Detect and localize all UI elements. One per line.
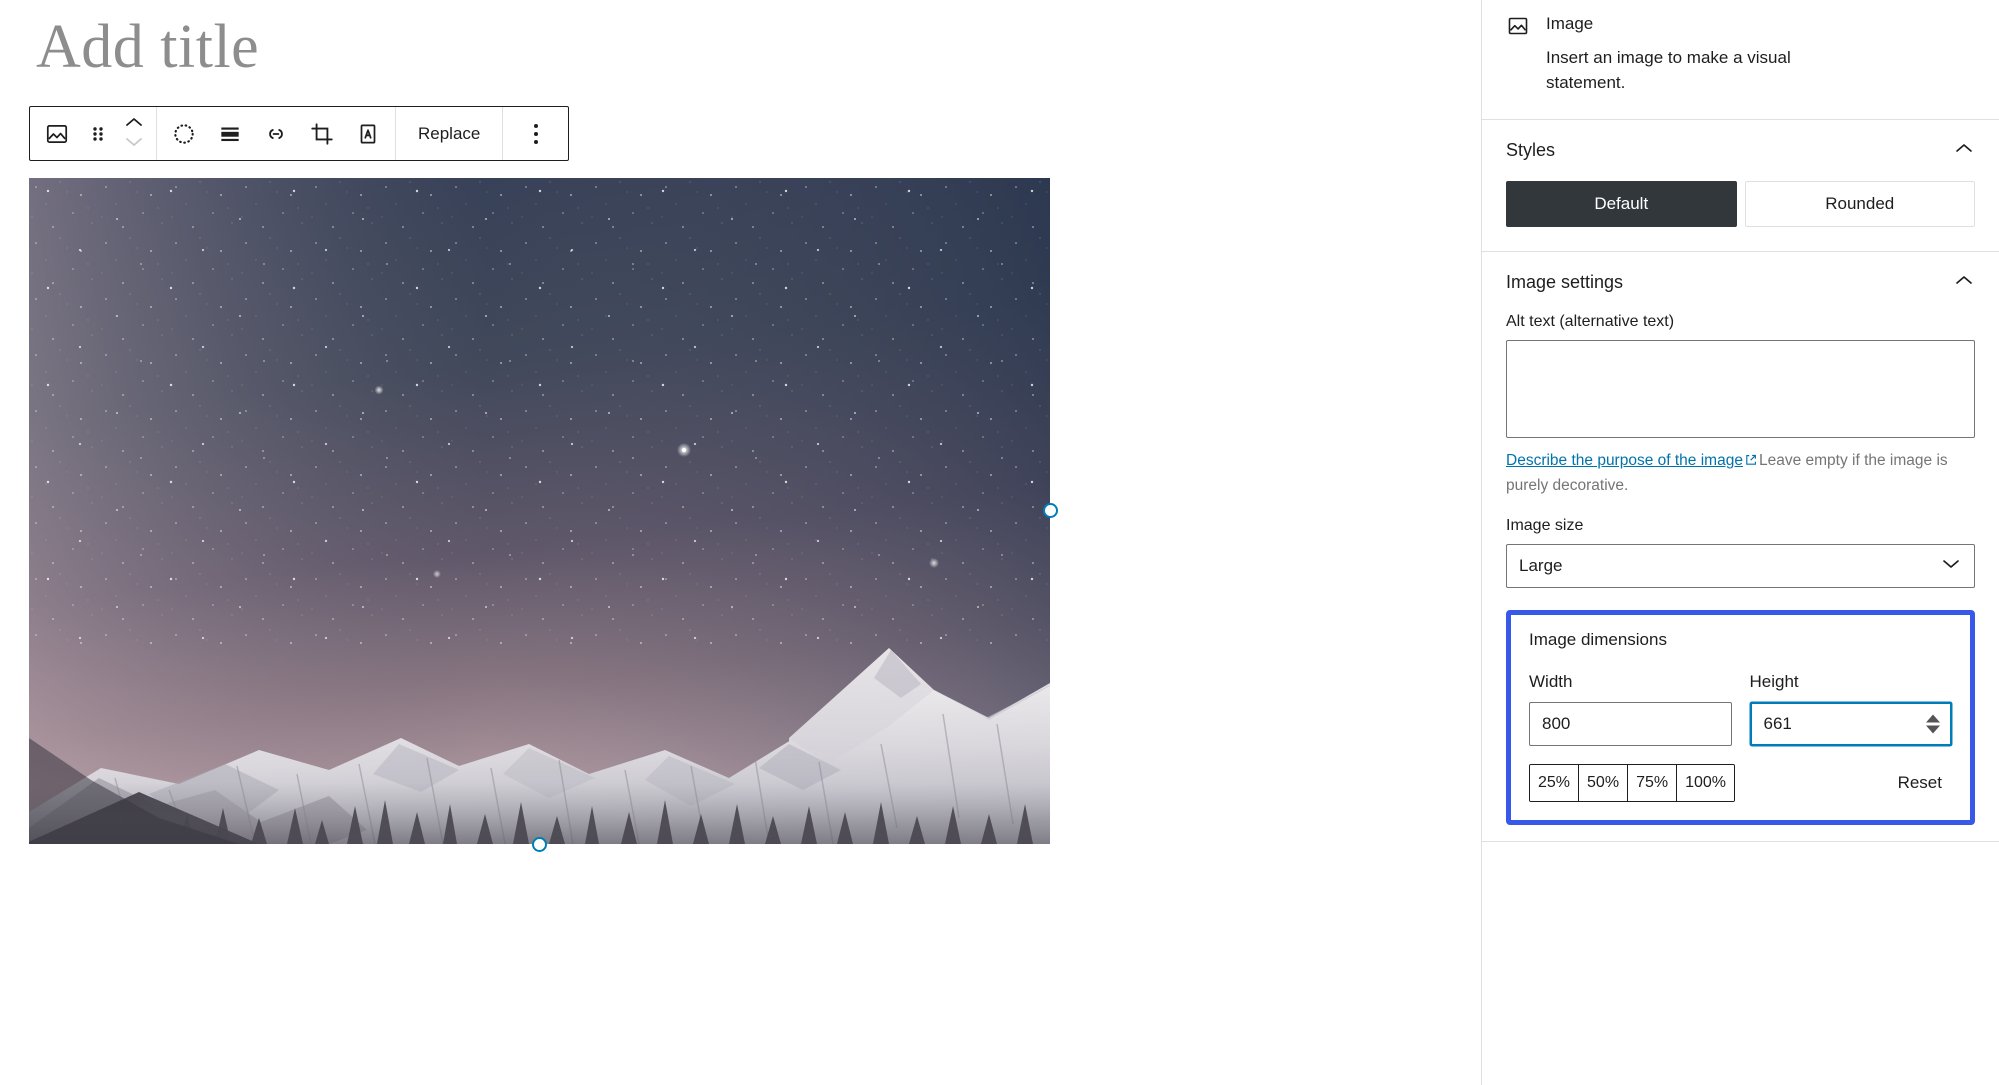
- block-movers[interactable]: [116, 107, 152, 160]
- describe-purpose-link[interactable]: Describe the purpose of the image: [1506, 452, 1743, 469]
- image-size-label: Image size: [1506, 517, 1584, 535]
- block-settings-sidebar: Image Insert an image to make a visual s…: [1481, 0, 1999, 1085]
- percent-button-100[interactable]: 100%: [1677, 765, 1735, 802]
- width-value: 800: [1542, 714, 1571, 734]
- image-dimensions-title: Image dimensions: [1529, 630, 1667, 650]
- image-dimensions-fields: Width 800 Height 661: [1529, 672, 1952, 747]
- block-card-title: Image: [1546, 14, 1594, 33]
- alt-text-input[interactable]: [1506, 340, 1975, 439]
- image-dimensions-panel: Image dimensions Width 800 Height 661 25…: [1511, 622, 1970, 820]
- divider: [1482, 841, 1999, 843]
- image-block[interactable]: [29, 178, 1058, 852]
- height-value: 661: [1763, 714, 1792, 734]
- kebab-menu-icon[interactable]: [507, 107, 564, 160]
- replace-button[interactable]: Replace: [400, 107, 498, 160]
- styles-panel-header[interactable]: Styles: [1482, 120, 1999, 181]
- resize-handle-bottom[interactable]: [531, 837, 547, 852]
- image-icon[interactable]: [34, 107, 80, 160]
- reset-button[interactable]: Reset: [1888, 767, 1952, 799]
- editor-window: Add title Replace Image Insert an image …: [0, 0, 1999, 1085]
- percent-button-group: 25% 50% 75% 100%: [1529, 764, 1736, 803]
- toolbar-group-format: [157, 107, 396, 160]
- percent-button-75[interactable]: 75%: [1628, 765, 1678, 802]
- width-label: Width: [1529, 672, 1573, 692]
- image-settings-body: Alt text (alternative text) Describe the…: [1482, 313, 1999, 841]
- height-input[interactable]: 661: [1749, 702, 1952, 747]
- alt-text-label: Alt text (alternative text): [1506, 313, 1675, 331]
- percent-button-50[interactable]: 50%: [1579, 765, 1629, 802]
- editor-canvas: Add title Replace: [0, 0, 1481, 1085]
- styles-panel: Styles Default Rounded: [1482, 120, 1999, 251]
- width-input[interactable]: 800: [1529, 702, 1732, 747]
- align-options-icon[interactable]: [161, 107, 207, 160]
- image-settings-panel-header[interactable]: Image settings: [1482, 252, 1999, 313]
- image-size-value: Large: [1519, 556, 1563, 576]
- height-field-group: Height 661: [1749, 672, 1952, 747]
- toolbar-group-more: [503, 107, 568, 160]
- chevron-up-icon[interactable]: [1953, 273, 1975, 292]
- mountain-night-photo[interactable]: [29, 178, 1050, 844]
- toolbar-group-replace: Replace: [396, 107, 504, 160]
- alt-text-help: Describe the purpose of the image Leave …: [1506, 450, 1975, 497]
- image-settings-panel-title: Image settings: [1506, 272, 1624, 293]
- kebab-dot: [533, 139, 538, 144]
- image-settings-panel: Image settings Alt text (alternative tex…: [1482, 252, 1999, 841]
- kebab-dot: [533, 123, 538, 128]
- width-field-group: Width 800: [1529, 672, 1732, 747]
- add-text-over-image-icon[interactable]: [345, 107, 391, 160]
- text-align-icon[interactable]: [207, 107, 253, 160]
- block-card: Image Insert an image to make a visual s…: [1482, 0, 1999, 121]
- chevron-up-icon[interactable]: [1953, 141, 1975, 160]
- block-toolbar: Replace: [29, 106, 570, 161]
- link-icon[interactable]: [253, 107, 299, 160]
- image-dimensions-highlight: Image dimensions Width 800 Height 661 25…: [1506, 610, 1975, 826]
- toolbar-group-block: [30, 107, 157, 160]
- post-title-placeholder[interactable]: Add title: [36, 10, 259, 84]
- spinner-down-icon[interactable]: [1926, 725, 1940, 734]
- percent-button-25[interactable]: 25%: [1530, 765, 1580, 802]
- image-size-select[interactable]: Large: [1506, 544, 1975, 589]
- chevron-down-icon: [1940, 556, 1962, 576]
- style-option-default[interactable]: Default: [1506, 181, 1737, 228]
- height-label: Height: [1749, 672, 1799, 692]
- kebab-dot: [533, 131, 538, 136]
- crop-icon[interactable]: [299, 107, 345, 160]
- chevron-up-icon[interactable]: [124, 115, 144, 133]
- style-option-rounded[interactable]: Rounded: [1744, 181, 1975, 228]
- chevron-down-icon[interactable]: [124, 135, 144, 153]
- image-dimension-presets: 25% 50% 75% 100% Reset: [1529, 764, 1952, 803]
- styles-panel-title: Styles: [1506, 140, 1556, 161]
- resize-handle-right[interactable]: [1043, 503, 1058, 518]
- spinner-up-icon[interactable]: [1926, 714, 1940, 723]
- image-icon: [1506, 14, 1530, 38]
- drag-handle-icon[interactable]: [80, 107, 116, 160]
- number-spinner-icon[interactable]: [1926, 714, 1940, 734]
- styles-options: Default Rounded: [1482, 181, 1999, 251]
- external-link-icon: [1744, 452, 1758, 474]
- block-card-description: Insert an image to make a visual stateme…: [1546, 48, 1791, 92]
